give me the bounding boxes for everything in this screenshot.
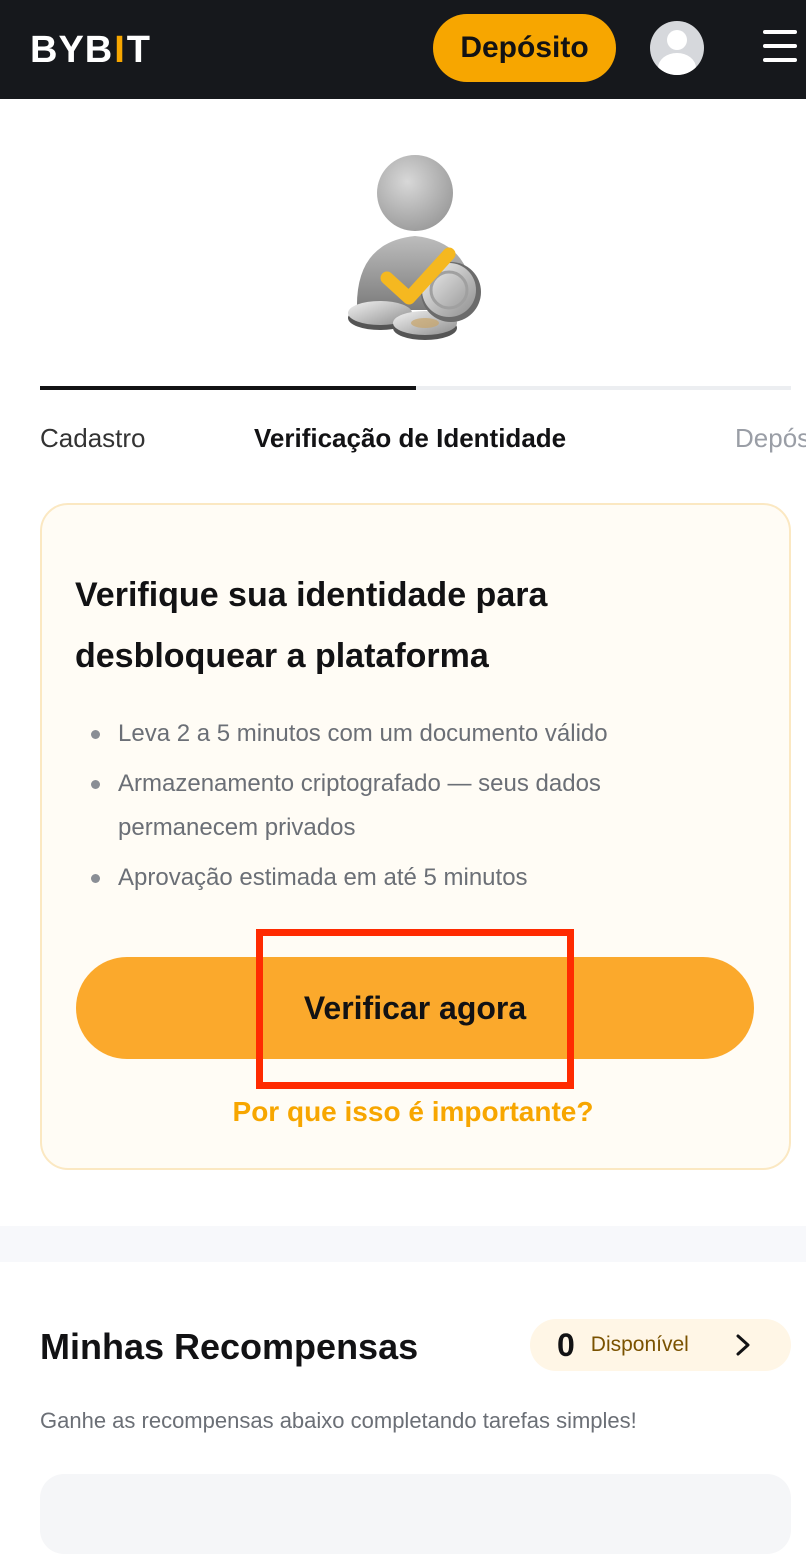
step-cadastro[interactable]: Cadastro — [40, 420, 146, 456]
why-important-link[interactable]: Por que isso é importante? — [0, 1096, 806, 1128]
user-verified-coins-icon — [348, 155, 481, 340]
hamburger-menu-icon[interactable] — [763, 30, 797, 62]
bullet-item: Leva 2 a 5 minutos com um documento váli… — [88, 712, 728, 756]
stepper-progress-fill — [40, 386, 416, 390]
stepper-labels: Cadastro Verificação de Identidade Depós — [0, 420, 806, 460]
rewards-title: Minhas Recompensas — [40, 1326, 419, 1367]
verification-title-line1: Verifique sua identidade para — [75, 576, 548, 614]
menu-line — [763, 44, 797, 48]
step-deposit[interactable]: Depós — [735, 420, 806, 456]
verification-title: Verifique sua identidade para desbloquea… — [75, 565, 715, 687]
logo-tail: T — [126, 28, 152, 71]
section-divider — [0, 1226, 806, 1262]
rewards-available-pill[interactable]: 0 Disponível — [530, 1319, 791, 1371]
avatar-body-shape — [658, 53, 696, 75]
bullet-item: Armazenamento criptografado — seus dados… — [88, 762, 728, 850]
menu-line — [763, 30, 797, 34]
rewards-available-count: 0 — [557, 1326, 575, 1363]
avatar-icon[interactable] — [650, 21, 704, 75]
bybit-logo[interactable]: BYB I T — [30, 28, 152, 71]
rewards-available-label: Disponível — [590, 1333, 689, 1356]
bullet-item: Aprovação estimada em até 5 minutos — [88, 856, 728, 900]
menu-line — [763, 58, 797, 62]
verification-title-line2: desbloquear a plataforma — [75, 637, 489, 675]
rewards-task-card[interactable] — [40, 1474, 791, 1554]
top-navigation-bar: BYB I T Depósito — [0, 0, 806, 99]
deposit-button[interactable]: Depósito — [433, 14, 616, 82]
step-identity-verification[interactable]: Verificação de Identidade — [254, 420, 566, 456]
highlight-annotation-box — [256, 929, 574, 1089]
rewards-subtitle: Ganhe as recompensas abaixo completando … — [40, 1408, 637, 1433]
logo-mark: I — [114, 28, 126, 71]
avatar-head-shape — [667, 30, 687, 50]
chevron-right-icon — [736, 1334, 750, 1356]
logo-text: BYB — [30, 28, 114, 71]
verification-bullet-list: Leva 2 a 5 minutos com um documento váli… — [88, 712, 728, 900]
